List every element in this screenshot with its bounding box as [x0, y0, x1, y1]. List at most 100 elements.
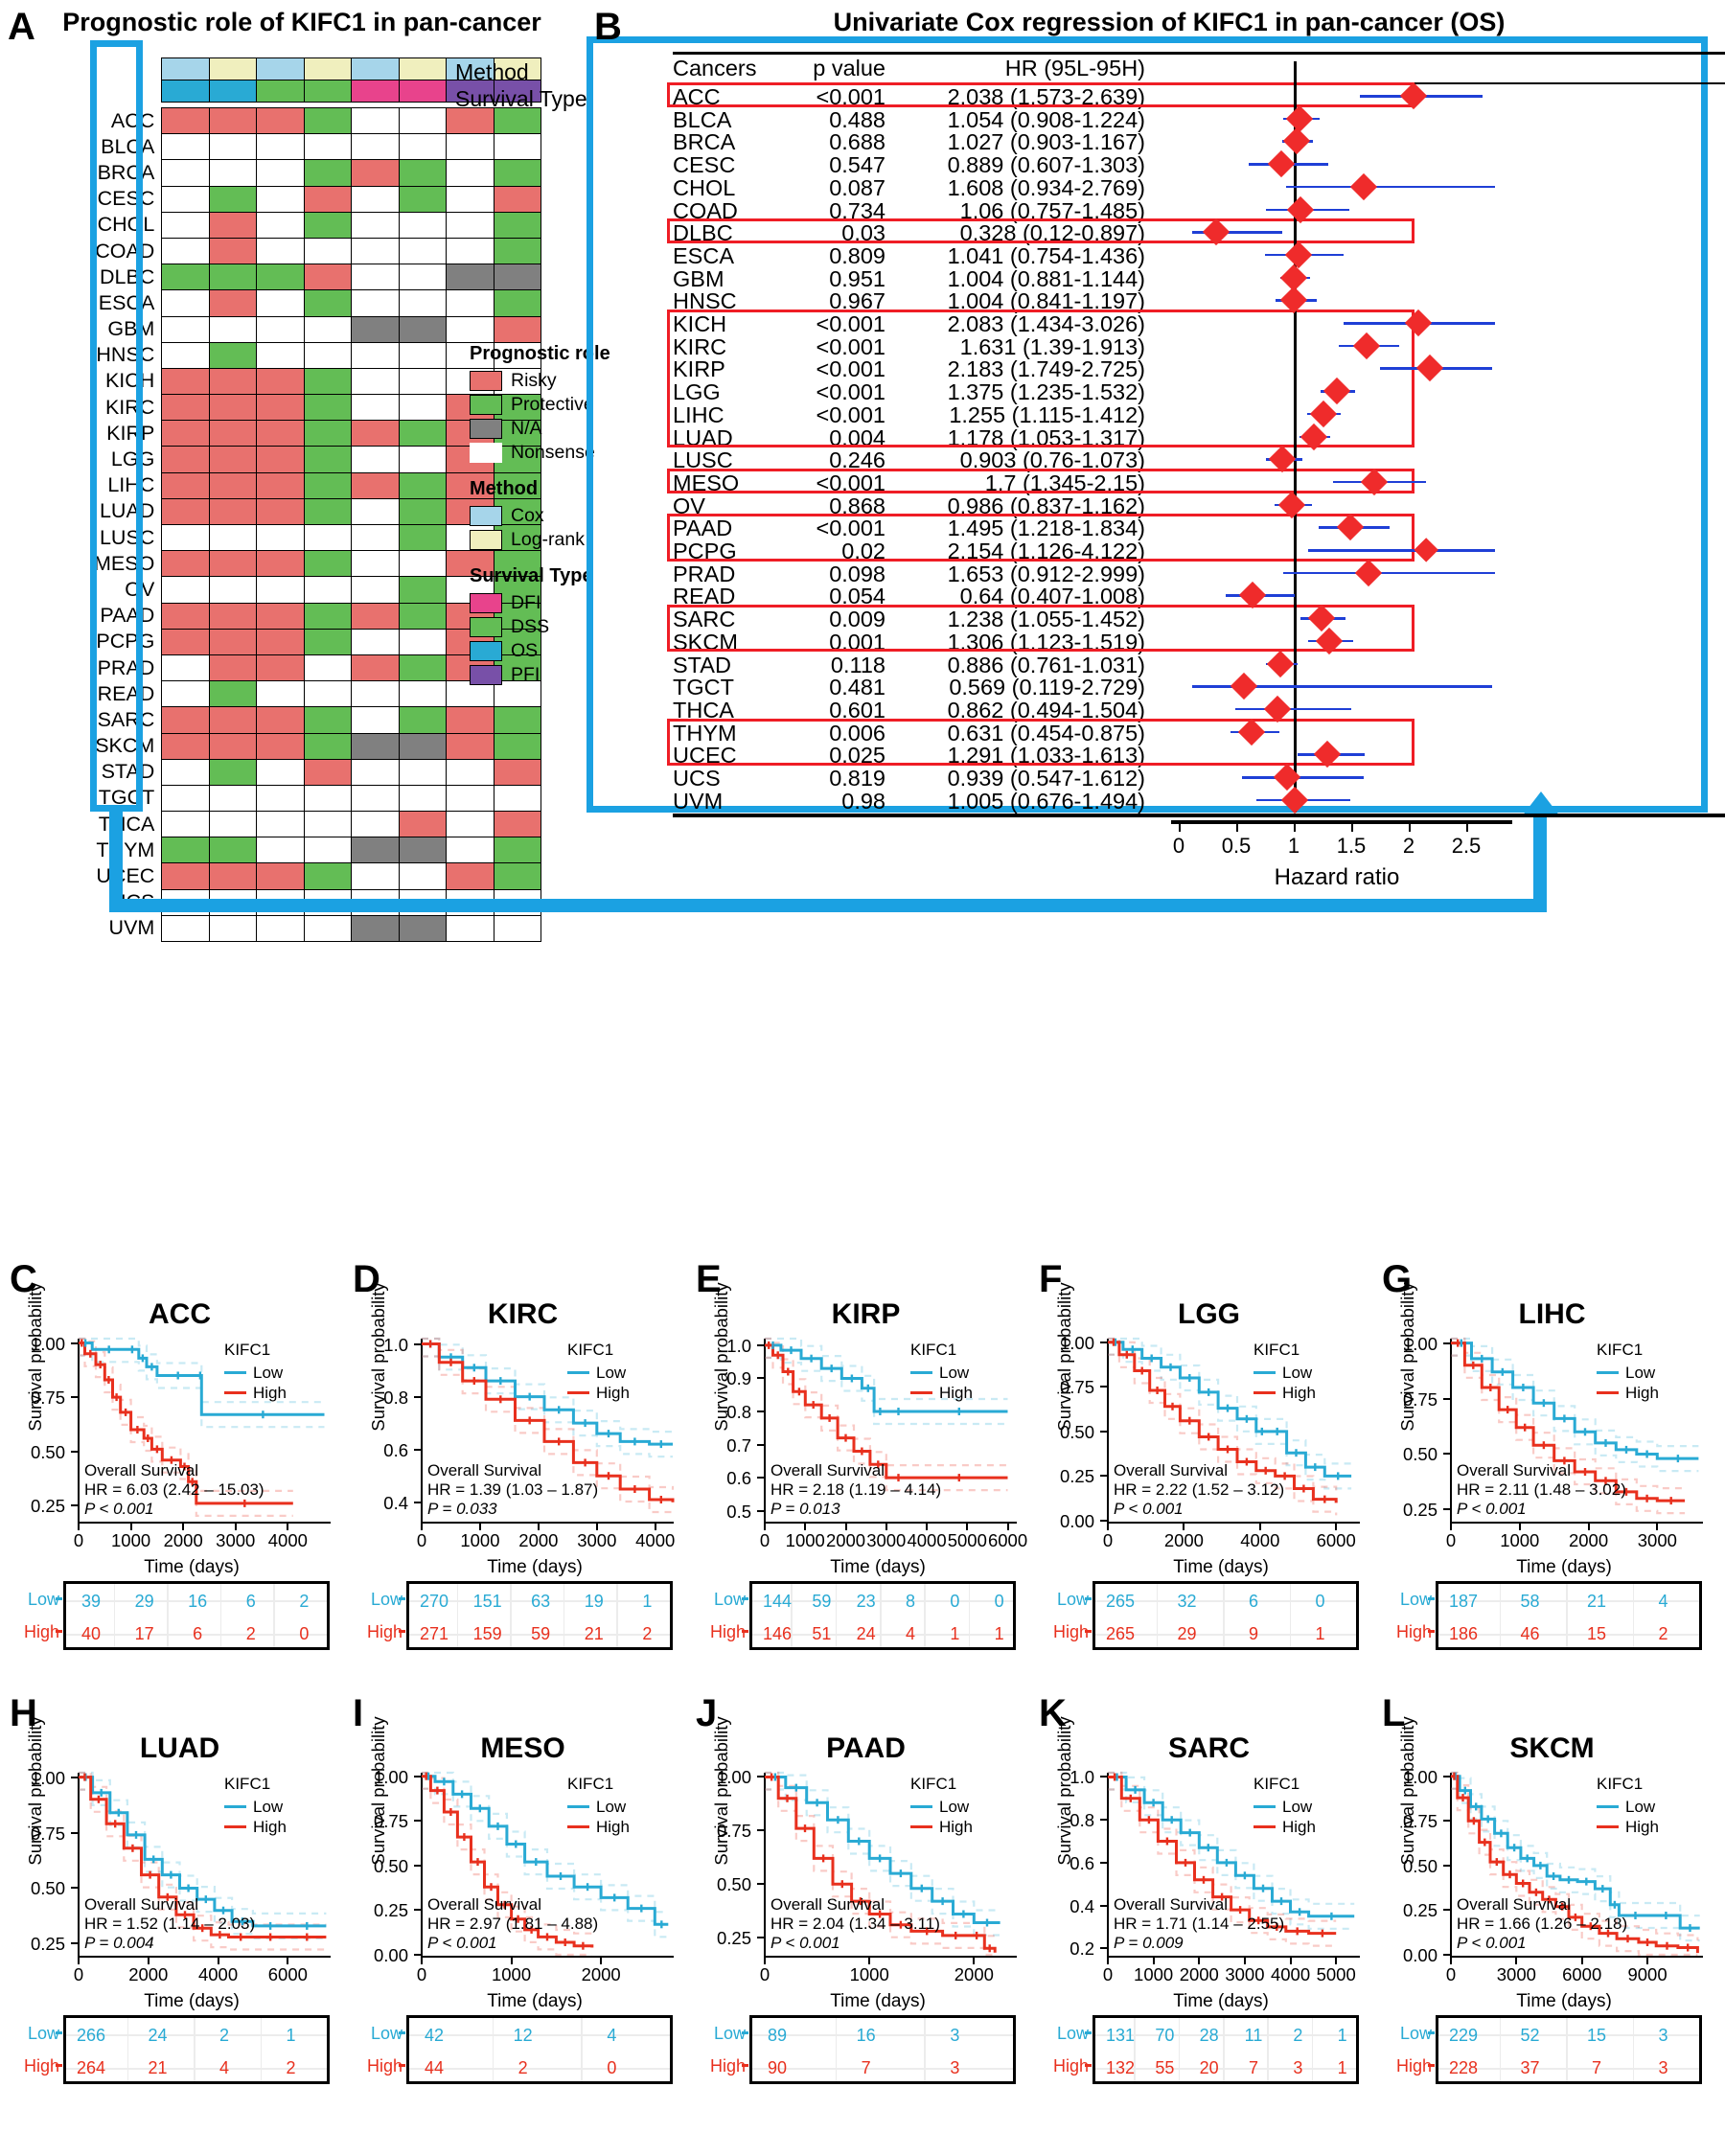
- heatmap-cell-KIRC-1: [208, 394, 258, 422]
- heatmap-cell-BLCA-4: [351, 133, 400, 161]
- forest-x-tick-label: 0.5: [1221, 834, 1252, 859]
- heatmap-cell-GBM-4: [351, 315, 400, 343]
- legend-swatch: [470, 593, 502, 613]
- heatmap-cell-ESCA-5: [398, 289, 448, 317]
- forest-point-estimate: [1238, 582, 1266, 609]
- km-legend: KIFC1 Low High: [1597, 1341, 1659, 1403]
- heatmap-row-label: UVM: [108, 916, 155, 940]
- heatmap-cell-READ-1: [208, 680, 258, 708]
- km-legend-line-high: [567, 1824, 589, 1829]
- km-legend-label-high: High: [1282, 1817, 1316, 1836]
- km-plot-ACC: C ACC Survival probability 1.00 0.75 0.50 0.25…: [10, 1260, 350, 1720]
- risk-value-low: 1: [286, 2026, 296, 2045]
- forest-point-estimate: [1414, 538, 1439, 562]
- legend-item-label: Nonsense: [511, 442, 595, 463]
- heatmap-cell-CHOL-7: [493, 211, 542, 239]
- km-legend-title: KIFC1: [1254, 1775, 1300, 1793]
- forest-header-hr: HR (95L-95H): [1004, 56, 1145, 80]
- km-stat-hr: HR = 2.11 (1.48 – 3.02): [1457, 1479, 1626, 1499]
- heatmap-cell-UVM-4: [351, 914, 400, 943]
- heatmap-cell-SKCM-1: [208, 732, 258, 760]
- km-legend-label-low: Low: [1625, 1797, 1656, 1816]
- risk-row-label-low: Low: [1056, 2024, 1089, 2043]
- km-legend-row-low: Low: [567, 1797, 630, 1817]
- heatmap-cell-ACC-4: [351, 106, 400, 135]
- km-legend-row-low: Low: [224, 1363, 287, 1383]
- risk-row-label-high: High: [709, 2056, 746, 2076]
- heatmap-cell-READ-2: [256, 680, 305, 708]
- km-stat-hr: HR = 1.39 (1.03 – 1.87): [427, 1479, 599, 1499]
- heatmap-cell-PCPG-4: [351, 628, 400, 655]
- heatmap-cell-STAD-5: [398, 758, 448, 786]
- km-legend-line-low: [224, 1370, 246, 1375]
- km-risk-table: 131 70 28 11 2 1 132 55 20 7 3 1: [1092, 2015, 1359, 2084]
- risk-value-low: 29: [134, 1592, 154, 1611]
- risk-value-high: 7: [861, 2058, 871, 2077]
- heatmap-cell-KICH-1: [208, 367, 258, 396]
- risk-value-low: 12: [513, 2026, 533, 2045]
- heatmap-cell-READ-5: [398, 680, 448, 708]
- forest-row-OV: OV 0.868 0.986 (0.837-1.162): [673, 493, 1152, 518]
- risk-row-label-high: High: [23, 2056, 59, 2076]
- heatmap-cell-TGCT-4: [351, 784, 400, 813]
- heatmap-cell-SKCM-5: [398, 732, 448, 760]
- risk-tick-high: [1085, 1630, 1092, 1633]
- forest-point-estimate: [1404, 309, 1433, 337]
- km-ci-low-upper: [422, 1337, 673, 1434]
- forest-row-UVM: UVM 0.98 1.005 (0.676-1.494): [673, 789, 1152, 814]
- km-x-axis-label: Time (days): [144, 1557, 240, 1577]
- risk-value-high: 37: [1520, 2058, 1540, 2077]
- heatmap-cell-KICH-2: [256, 367, 305, 396]
- heatmap-cell-LUSC-2: [256, 523, 305, 552]
- heatmap-cell-CESC-2: [256, 185, 305, 213]
- heatmap-cell-KIRC-0: [161, 394, 210, 422]
- heatmap-cell-HNSC-3: [303, 341, 353, 369]
- risk-value-low: 266: [76, 2026, 106, 2045]
- heatmap-cell-MESO-0: [161, 550, 210, 578]
- risk-value-high: 271: [419, 1624, 449, 1643]
- heatmap-survival-type-label: Survival Type: [455, 86, 587, 111]
- heatmap-cell-SKCM-6: [446, 732, 494, 760]
- heatmap-cell-DLBC-3: [303, 264, 353, 291]
- legend-swatch: [470, 443, 502, 463]
- heatmap-cell-SARC-3: [303, 706, 353, 734]
- heatmap-row-THCA: THCA: [94, 811, 542, 838]
- km-stats: Overall Survival HR = 2.04 (1.34 – 3.11)…: [770, 1895, 940, 1953]
- heatmap-cell-LIHC-2: [256, 471, 305, 499]
- forest-point-estimate: [1322, 377, 1351, 405]
- heatmap-cell-LIHC-5: [398, 471, 448, 499]
- forest-ci-line: [1283, 571, 1495, 575]
- risk-tick-low: [742, 2031, 748, 2034]
- forest-x-tick-label: 2: [1402, 834, 1415, 859]
- heatmap-cell-KIRC-5: [398, 394, 448, 422]
- km-x-axis-label: Time (days): [830, 1991, 926, 2011]
- forest-point-estimate: [1283, 127, 1311, 155]
- forest-point-estimate: [1307, 604, 1335, 632]
- heatmap-row-CESC: CESC: [94, 185, 542, 213]
- risk-tick-high: [1428, 1630, 1435, 1633]
- heatmap-row-SKCM: SKCM: [94, 732, 542, 760]
- heatmap-cell-DLBC-5: [398, 264, 448, 291]
- risk-grid-line: [1156, 1584, 1158, 1647]
- risk-row-label-high: High: [1052, 1622, 1089, 1641]
- km-legend: KIFC1 Low High: [224, 1775, 287, 1837]
- heatmap-cell-LUAD-1: [208, 497, 258, 526]
- risk-value-high: 90: [767, 2058, 788, 2077]
- km-plot-KIRC: D KIRC Survival probability 1.0 0.8 0.6 0.4 0 10…: [353, 1260, 693, 1720]
- km-legend-row-high: High: [567, 1817, 630, 1837]
- forest-row-READ: READ 0.054 0.64 (0.407-1.008): [673, 584, 1152, 608]
- heatmap-row-CHOL: CHOL: [94, 211, 542, 239]
- forest-row-THCA: THCA 0.601 0.862 (0.494-1.504): [673, 698, 1152, 722]
- risk-tick-low: [742, 1597, 748, 1600]
- heatmap-cell-LIHC-3: [303, 471, 353, 499]
- km-stat-pvalue: P < 0.001: [427, 1933, 497, 1952]
- risk-value-low: 16: [856, 2026, 876, 2045]
- forest-point-estimate: [1267, 149, 1295, 178]
- heatmap-cell-LIHC-0: [161, 471, 210, 499]
- heatmap-cell-KICH-5: [398, 367, 448, 396]
- heatmap-cell-THCA-1: [208, 811, 258, 838]
- risk-tick-high: [1428, 2064, 1435, 2067]
- forest-point-estimate: [1280, 287, 1308, 314]
- forest-row-CESC: CESC 0.547 0.889 (0.607-1.303): [673, 152, 1152, 177]
- km-x-axis-label: Time (days): [1173, 1991, 1269, 2011]
